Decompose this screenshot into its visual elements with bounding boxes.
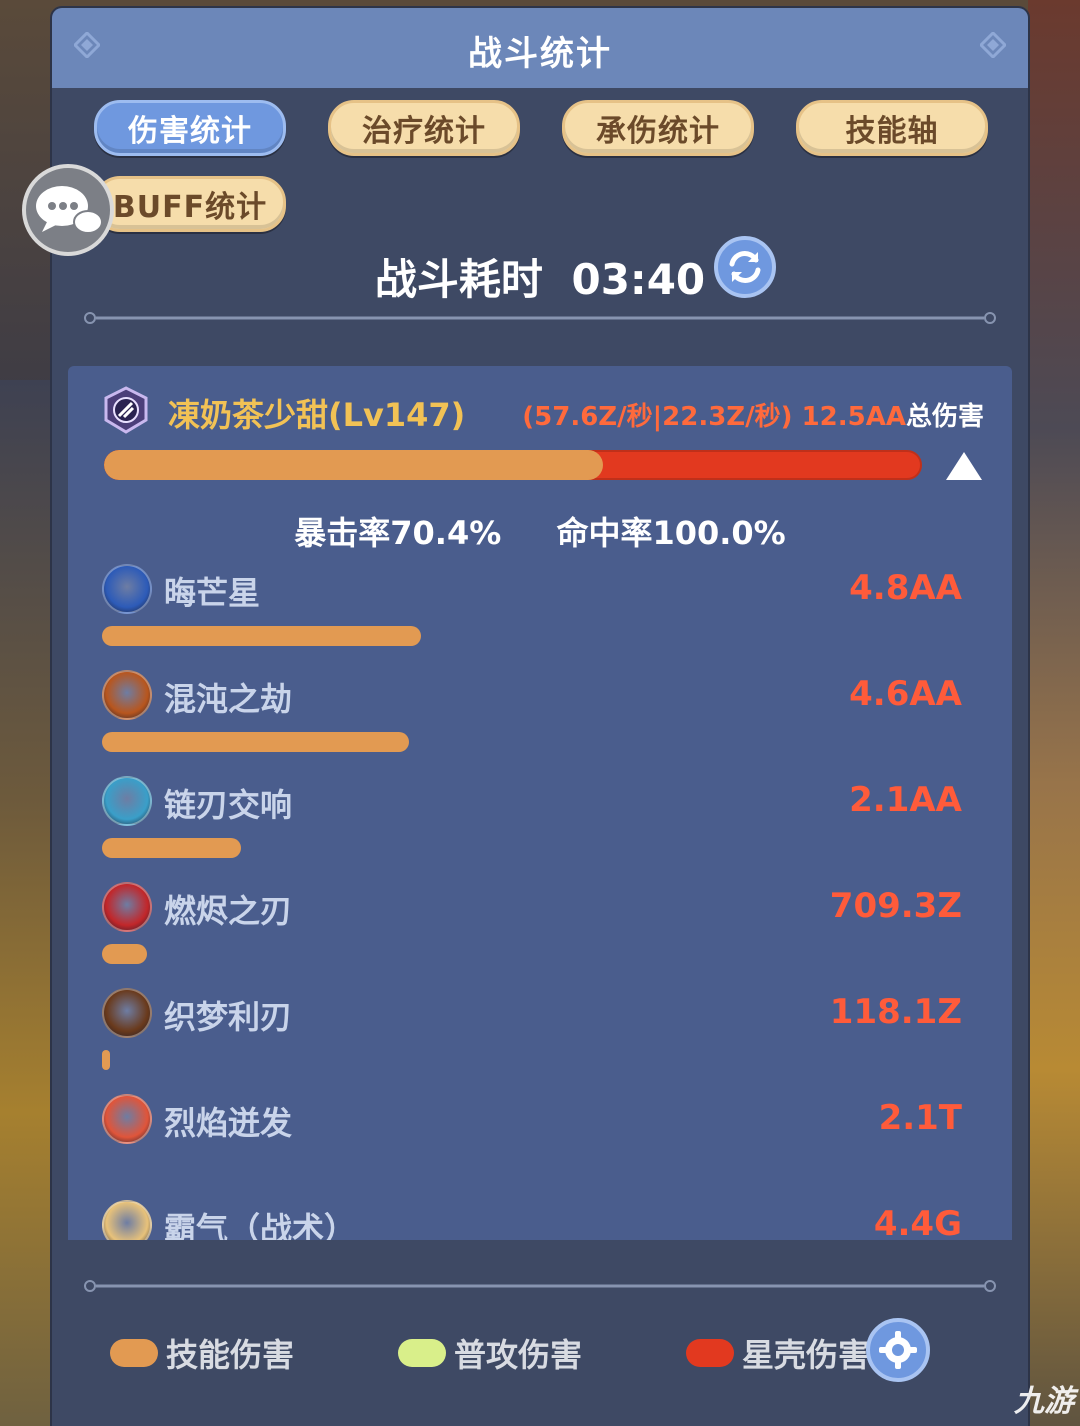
player-damage-summary: (57.6Z/秒|22.3Z/秒) 12.5AA总伤害 — [522, 396, 984, 433]
collapse-toggle-icon[interactable] — [946, 452, 982, 480]
skill-row[interactable]: 燃烬之刃 709.3Z — [102, 882, 962, 982]
tab-damage-stats[interactable]: 伤害统计 — [94, 100, 286, 156]
skill-damage-bar — [102, 838, 242, 858]
skill-name: 晦芒星 — [164, 574, 261, 612]
legend-chip — [686, 1339, 734, 1367]
legend-label: 普攻伤害 — [454, 1336, 583, 1374]
skill-damage-value: 4.6AA — [849, 674, 962, 714]
skill-name: 织梦利刃 — [164, 998, 293, 1036]
background-left — [0, 380, 52, 1426]
total-damage-label: 总伤害 — [905, 402, 984, 432]
skill-row[interactable]: 霸气（战术） 4.4G — [102, 1200, 962, 1240]
chat-button[interactable] — [22, 164, 114, 256]
skill-damage-value: 2.1AA — [849, 780, 962, 820]
tab-skill-timeline[interactable]: 技能轴 — [796, 100, 988, 156]
gear-icon — [879, 1331, 917, 1369]
refresh-icon — [729, 251, 761, 283]
skill-row[interactable]: 链刃交响 2.1AA — [102, 776, 962, 876]
chat-icon — [36, 186, 103, 234]
flame-burst-icon — [102, 1094, 152, 1144]
skill-damage-value: 4.8AA — [849, 568, 962, 608]
legend-label: 技能伤害 — [166, 1336, 295, 1374]
tab-healing-stats[interactable]: 治疗统计 — [328, 100, 520, 156]
divider-bottom — [84, 1280, 996, 1292]
skill-damage-bar — [102, 944, 147, 964]
player-name: 凍奶茶少甜(Lv147) — [168, 396, 466, 434]
skill-damage-value: 4.4G — [873, 1204, 962, 1240]
background-right — [1028, 0, 1080, 1426]
chaos-flame-icon — [102, 670, 152, 720]
skill-damage-value: 709.3Z — [829, 886, 962, 926]
tab-damage-taken-stats[interactable]: 承伤统计 — [562, 100, 754, 156]
battle-stats-panel: 战斗统计 伤害统计 治疗统计 承伤统计 技能轴 BUFF统计 战斗耗时 03:4… — [52, 8, 1028, 1426]
skill-row[interactable]: 晦芒星 4.8AA — [102, 564, 962, 664]
battle-duration: 战斗耗时 03:40 — [52, 246, 1028, 307]
settings-button[interactable] — [866, 1318, 930, 1382]
watermark: 九游 — [1014, 1384, 1074, 1419]
rate-stats: 暴击率70.4% 命中率100.0% — [68, 508, 1012, 554]
hit-rate: 命中率100.0% — [556, 514, 786, 552]
skill-row[interactable]: 烈焰迸发 2.1T — [102, 1094, 962, 1194]
skill-row[interactable]: 织梦利刃 118.1Z — [102, 988, 962, 1088]
duration-value: 03:40 — [571, 255, 706, 304]
total-damage-bar — [104, 450, 922, 480]
diamond-ornament-icon — [980, 32, 1006, 58]
ember-blade-icon — [102, 882, 152, 932]
skill-name: 混沌之劫 — [164, 680, 293, 718]
skill-damage-bar — [102, 1050, 110, 1070]
title-bar: 战斗统计 — [52, 8, 1028, 88]
domineering-icon — [102, 1200, 152, 1240]
skill-damage-value: 2.1T — [878, 1098, 962, 1138]
duration-label: 战斗耗时 — [374, 255, 543, 304]
refresh-button[interactable] — [714, 236, 776, 298]
dps-values: (57.6Z/秒|22.3Z/秒) 12.5AA — [522, 402, 906, 432]
skill-name: 链刃交响 — [164, 786, 293, 824]
skill-damage-fill — [104, 450, 603, 480]
legend-skill-damage: 技能伤害 — [110, 1330, 294, 1376]
legend-chip — [110, 1339, 158, 1367]
tab-buff-stats[interactable]: BUFF统计 — [94, 176, 286, 232]
player-rank-badge-icon — [104, 386, 148, 434]
legend-label: 星壳伤害 — [742, 1336, 871, 1374]
skill-damage-value: 118.1Z — [829, 992, 962, 1032]
chain-blade-icon — [102, 776, 152, 826]
skill-name: 霸气（战术） — [164, 1210, 357, 1240]
star-burst-icon — [102, 564, 152, 614]
skill-row[interactable]: 混沌之劫 4.6AA — [102, 670, 962, 770]
damage-list[interactable]: 凍奶茶少甜(Lv147) (57.6Z/秒|22.3Z/秒) 12.5AA总伤害… — [68, 366, 1012, 1240]
skill-name: 烈焰迸发 — [164, 1104, 293, 1142]
legend-chip — [398, 1339, 446, 1367]
skill-damage-bar — [102, 626, 422, 646]
page-title: 战斗统计 — [468, 34, 612, 74]
dream-dagger-icon — [102, 988, 152, 1038]
skill-name: 燃烬之刃 — [164, 892, 293, 930]
legend-star-shell-damage: 星壳伤害 — [686, 1330, 870, 1376]
crit-rate: 暴击率70.4% — [294, 514, 502, 552]
divider-top — [84, 312, 996, 324]
skill-damage-bar — [102, 732, 409, 752]
legend-normal-attack-damage: 普攻伤害 — [398, 1330, 582, 1376]
